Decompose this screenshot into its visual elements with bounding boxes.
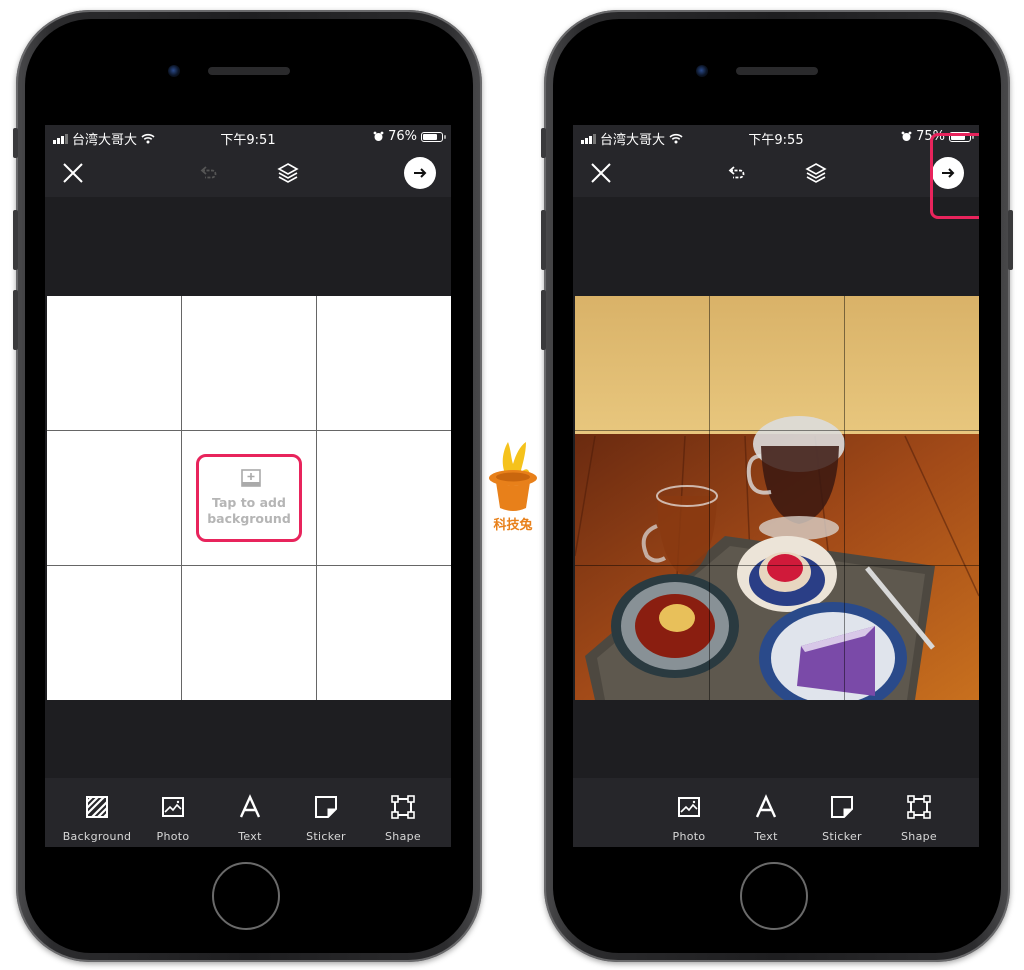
text-icon	[239, 794, 261, 818]
tool-label: Text	[754, 830, 778, 843]
tool-label: Photo	[156, 830, 190, 843]
grid-line	[844, 296, 845, 700]
tool-label: Shape	[385, 830, 421, 843]
undo-button[interactable]	[721, 149, 753, 197]
watermark-logo: 科技兔	[486, 438, 540, 538]
add-image-icon	[241, 469, 261, 487]
next-button-highlight	[930, 133, 979, 219]
tool-sticker[interactable]: Sticker	[804, 778, 880, 847]
layers-button[interactable]	[800, 149, 832, 197]
phone-left: 台湾大哥大 下午9:51 76% Tap to add background B…	[13, 10, 482, 962]
grid-line	[575, 430, 979, 431]
undo-icon	[200, 166, 217, 179]
home-button[interactable]	[740, 862, 808, 930]
undo-button[interactable]	[193, 149, 225, 197]
tool-label: Photo	[672, 830, 706, 843]
grid-line	[47, 565, 451, 566]
add-background-label: Tap to add background	[207, 495, 291, 526]
phone-right: 台湾大哥大 下午9:55 75% Photo Text Sticker Shap…	[541, 10, 1013, 962]
grid-line	[709, 296, 710, 700]
background-photo	[575, 296, 979, 700]
bunny-in-hat-logo	[489, 442, 537, 511]
text-icon	[755, 794, 777, 818]
close-icon	[63, 163, 83, 183]
volume-up-button	[541, 210, 546, 270]
tool-label: Sticker	[306, 830, 346, 843]
battery-icon	[421, 131, 446, 142]
bottom-toolbar: Photo Text Sticker Shape	[573, 778, 979, 847]
mute-switch	[541, 128, 546, 158]
grid-line	[47, 430, 451, 431]
arrow-right-icon	[414, 168, 427, 178]
top-toolbar	[573, 149, 979, 197]
tool-photo[interactable]: Photo	[651, 778, 727, 847]
layers-button[interactable]	[272, 149, 304, 197]
home-button[interactable]	[212, 862, 280, 930]
volume-down-button	[541, 290, 546, 350]
design-canvas[interactable]: Tap to add background	[47, 296, 451, 700]
front-camera	[696, 65, 708, 77]
tool-shape[interactable]: Shape	[881, 778, 957, 847]
alarm-icon	[901, 131, 912, 141]
shape-icon	[391, 795, 415, 819]
volume-up-button	[13, 210, 18, 270]
screen: 台湾大哥大 下午9:55 75% Photo Text Sticker Shap…	[573, 125, 979, 847]
sticker-icon	[831, 796, 853, 818]
close-icon	[591, 163, 611, 183]
bottom-toolbar: Background Photo Text Sticker Shape	[45, 778, 451, 847]
tool-background[interactable]: Background	[59, 778, 135, 847]
close-button[interactable]	[57, 149, 89, 197]
tool-text[interactable]: Text	[212, 778, 288, 847]
grid-line	[181, 296, 182, 700]
watermark-label: 科技兔	[493, 518, 533, 533]
layers-icon	[277, 163, 299, 183]
next-button[interactable]	[402, 149, 438, 197]
tool-text[interactable]: Text	[728, 778, 804, 847]
add-background-button[interactable]: Tap to add background	[196, 454, 302, 542]
grid-line	[316, 296, 317, 700]
earpiece-speaker	[208, 67, 290, 75]
volume-down-button	[13, 290, 18, 350]
screen: 台湾大哥大 下午9:51 76% Tap to add background B…	[45, 125, 451, 847]
battery-percent: 76%	[388, 129, 417, 144]
mute-switch	[13, 128, 18, 158]
design-canvas-photo[interactable]	[575, 296, 979, 700]
shape-icon	[907, 795, 931, 819]
close-button[interactable]	[585, 149, 617, 197]
undo-icon	[728, 166, 745, 179]
photo-icon	[678, 797, 700, 817]
alarm-icon	[373, 131, 384, 141]
status-bar: 台湾大哥大 下午9:55 75%	[573, 125, 979, 149]
tool-shape[interactable]: Shape	[365, 778, 441, 847]
earpiece-speaker	[736, 67, 818, 75]
tool-label: Background	[62, 830, 132, 843]
status-bar: 台湾大哥大 下午9:51 76%	[45, 125, 451, 149]
photo-icon	[162, 797, 184, 817]
grid-line	[575, 565, 979, 566]
tool-label: Shape	[901, 830, 937, 843]
tool-sticker[interactable]: Sticker	[288, 778, 364, 847]
background-hatch-icon	[86, 796, 108, 818]
power-button	[1008, 210, 1013, 270]
sticker-icon	[315, 796, 337, 818]
tool-photo[interactable]: Photo	[135, 778, 211, 847]
tool-label: Text	[238, 830, 262, 843]
top-toolbar	[45, 149, 451, 197]
layers-icon	[805, 163, 827, 183]
tool-label: Sticker	[822, 830, 862, 843]
front-camera	[168, 65, 180, 77]
